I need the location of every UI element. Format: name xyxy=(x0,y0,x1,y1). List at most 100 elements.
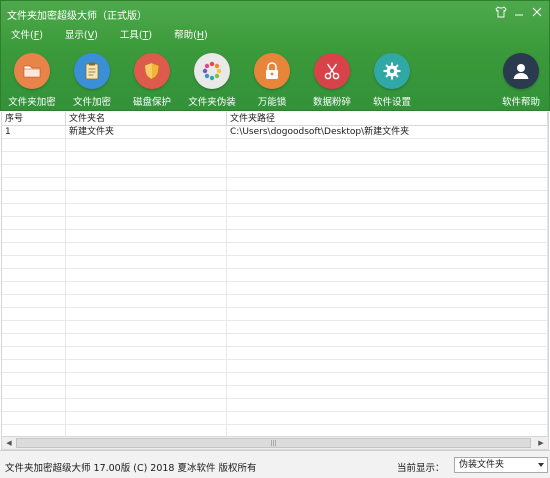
empty-cell xyxy=(2,269,66,281)
folder-encrypt-button[interactable]: 文件夹加密 xyxy=(2,53,62,108)
menu-file[interactable]: 文件(F) xyxy=(5,27,51,41)
empty-table-row xyxy=(2,347,548,360)
empty-cell xyxy=(227,217,548,229)
empty-cell xyxy=(66,256,227,268)
empty-cell xyxy=(2,295,66,307)
current-display-select[interactable]: 伪装文件夹 xyxy=(454,457,548,473)
folder-disguise-button[interactable]: 文件夹伪装 xyxy=(182,53,242,108)
empty-cell xyxy=(2,425,66,436)
toolbar: 文件夹加密 文件加密 磁盘保护 文件夹伪装 万能锁 数据粉碎 软件设置 软件帮助 xyxy=(1,53,549,109)
empty-table-row xyxy=(2,308,548,321)
empty-cell xyxy=(227,165,548,177)
column-header-path[interactable]: 文件夹路径 xyxy=(227,112,548,126)
empty-cell xyxy=(66,334,227,346)
current-display-value: 伪装文件夹 xyxy=(459,460,505,470)
empty-cell xyxy=(66,139,227,151)
empty-cell xyxy=(66,191,227,203)
table-row[interactable]: 1 新建文件夹 C:\Users\dogoodsoft\Desktop\新建文件… xyxy=(2,126,548,139)
empty-cell xyxy=(227,399,548,411)
empty-table-row xyxy=(2,243,548,256)
empty-cell xyxy=(227,347,548,359)
window-controls xyxy=(493,4,545,20)
minimize-icon[interactable] xyxy=(511,4,527,20)
data-shred-button[interactable]: 数据粉碎 xyxy=(302,53,362,108)
column-header-name[interactable]: 文件夹名 xyxy=(66,112,227,126)
folder-icon xyxy=(14,53,50,89)
help-button[interactable]: 软件帮助 xyxy=(491,53,550,108)
empty-table-row xyxy=(2,191,548,204)
empty-cell xyxy=(2,308,66,320)
empty-cell xyxy=(66,295,227,307)
menu-help[interactable]: 帮助(H) xyxy=(168,27,216,41)
empty-cell xyxy=(227,269,548,281)
skin-icon[interactable] xyxy=(493,4,509,20)
empty-table-row xyxy=(2,321,548,334)
empty-cell xyxy=(227,373,548,385)
empty-cell xyxy=(2,334,66,346)
scroll-left-icon[interactable]: ◀ xyxy=(3,438,15,448)
empty-table-row xyxy=(2,217,548,230)
empty-cell xyxy=(227,282,548,294)
settings-label: 软件设置 xyxy=(372,97,411,108)
gear-icon xyxy=(374,53,410,89)
empty-cell xyxy=(2,256,66,268)
empty-cell xyxy=(66,321,227,333)
empty-cell xyxy=(2,191,66,203)
disk-protect-button[interactable]: 磁盘保护 xyxy=(122,53,182,108)
close-icon[interactable] xyxy=(529,4,545,20)
menu-view[interactable]: 显示(V) xyxy=(59,27,106,41)
empty-table-row xyxy=(2,269,548,282)
empty-cell xyxy=(2,373,66,385)
scroll-grip: ||| xyxy=(270,439,277,447)
scroll-thumb[interactable]: ||| xyxy=(16,438,531,448)
menu-tools[interactable]: 工具(T) xyxy=(114,27,160,41)
empty-cell xyxy=(2,347,66,359)
empty-table-row xyxy=(2,204,548,217)
empty-cell xyxy=(66,399,227,411)
empty-cell xyxy=(2,230,66,242)
scissors-icon xyxy=(314,53,350,89)
chevron-down-icon xyxy=(538,463,544,467)
empty-cell xyxy=(2,217,66,229)
horizontal-scrollbar[interactable]: ◀ ||| ▶ xyxy=(1,436,549,450)
empty-cell xyxy=(66,152,227,164)
empty-cell xyxy=(227,256,548,268)
empty-cell xyxy=(2,152,66,164)
empty-table-row xyxy=(2,360,548,373)
file-encrypt-button[interactable]: 文件加密 xyxy=(62,53,122,108)
empty-table-row xyxy=(2,373,548,386)
user-icon xyxy=(503,53,539,89)
table-header: 序号 文件夹名 文件夹路径 xyxy=(2,112,548,126)
empty-cell xyxy=(66,230,227,242)
empty-cell xyxy=(227,360,548,372)
folder-table[interactable]: 序号 文件夹名 文件夹路径 1 新建文件夹 C:\Users\dogoodsof… xyxy=(1,112,549,436)
empty-table-row xyxy=(2,399,548,412)
empty-cell xyxy=(66,386,227,398)
window-title: 文件夹加密超级大师（正式版） xyxy=(7,11,147,22)
scroll-right-icon[interactable]: ▶ xyxy=(535,438,547,448)
empty-cell xyxy=(227,425,548,436)
empty-cell xyxy=(2,360,66,372)
empty-cell xyxy=(2,165,66,177)
universal-lock-button[interactable]: 万能锁 xyxy=(242,53,302,108)
shield-icon xyxy=(134,53,170,89)
empty-table-row xyxy=(2,256,548,269)
column-header-index[interactable]: 序号 xyxy=(2,112,66,126)
universal-lock-label: 万能锁 xyxy=(257,97,287,108)
empty-cell xyxy=(227,321,548,333)
empty-cell xyxy=(227,334,548,346)
settings-button[interactable]: 软件设置 xyxy=(362,53,422,108)
clipboard-icon xyxy=(74,53,110,89)
empty-cell xyxy=(66,165,227,177)
disk-protect-label: 磁盘保护 xyxy=(132,97,171,108)
empty-cell xyxy=(227,386,548,398)
empty-cell xyxy=(227,204,548,216)
cell-index: 1 xyxy=(2,126,66,138)
empty-table-row xyxy=(2,386,548,399)
empty-table-row xyxy=(2,412,548,425)
empty-cell xyxy=(2,412,66,424)
empty-cell xyxy=(227,412,548,424)
empty-cell xyxy=(227,295,548,307)
empty-cell xyxy=(66,217,227,229)
empty-cell xyxy=(2,399,66,411)
